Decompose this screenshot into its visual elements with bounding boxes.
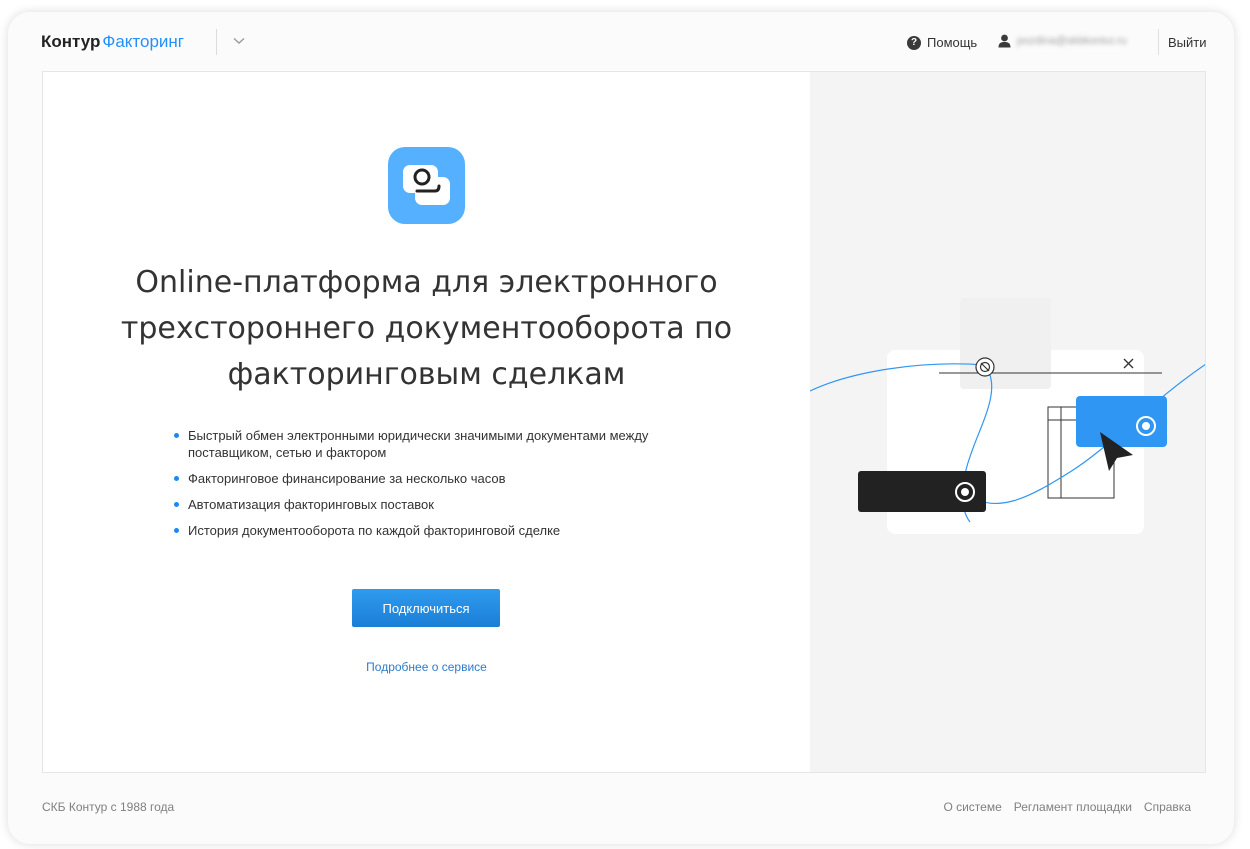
logo-brand: Контур [41,32,101,51]
logout-button[interactable]: Выйти [1168,35,1207,50]
promo-card: Online-платформа для электронного трехст… [42,71,1206,773]
illustration-panel [810,72,1205,772]
footer-link-rules[interactable]: Регламент площадки [1014,800,1132,814]
copyright: СКБ Контур с 1988 года [42,800,175,814]
document-flow-illustration [810,298,1205,534]
logo[interactable]: Контур Факторинг [41,32,184,52]
feature-item: Факторинговое финансирование за нескольк… [174,470,734,487]
more-about-service-link[interactable]: Подробнее о сервисе [43,660,810,674]
user-menu[interactable]: pozdina@skbkontur.ru [998,34,1153,48]
connect-button[interactable]: Подключиться [352,589,500,627]
feature-item: Автоматизация факторинговых поставок [174,496,734,513]
app-icon [388,147,465,224]
header-divider [216,29,217,55]
user-icon [998,34,1011,48]
user-email: pozdina@skbkontur.ru [1017,35,1127,47]
footer-link-about[interactable]: О системе [943,800,1001,814]
header-divider-right [1158,29,1159,55]
product-switcher-button[interactable] [228,30,250,52]
feature-item: История документооборота по каждой факто… [174,522,734,539]
help-link[interactable]: ? Помощь [907,35,977,50]
promo-content: Online-платформа для электронного трехст… [43,72,810,772]
footer-link-help[interactable]: Справка [1144,800,1191,814]
features-list: Быстрый обмен электронными юридически зн… [174,427,734,548]
top-header: Контур Факторинг ? Помощь pozdina@skbkont… [0,0,1250,70]
page-headline: Online-платформа для электронного трехст… [120,265,733,392]
feature-item: Быстрый обмен электронными юридически зн… [174,427,734,461]
help-icon: ? [907,35,921,50]
footer-links: О системе Регламент площадки Справка [943,800,1191,814]
logo-product: Факторинг [102,32,185,51]
chevron-down-icon [233,37,245,44]
help-label: Помощь [927,35,978,50]
